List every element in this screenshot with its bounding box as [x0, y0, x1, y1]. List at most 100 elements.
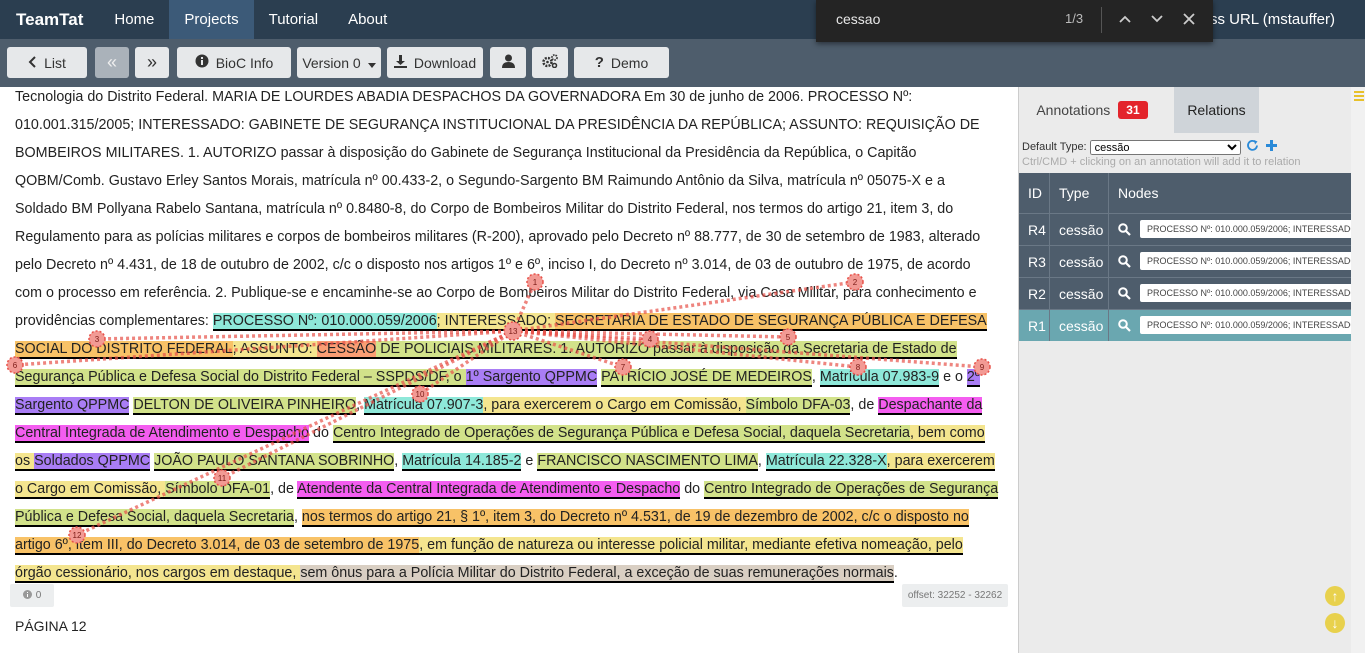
find-previous-icon[interactable] [1114, 8, 1136, 30]
chevron-left-icon [28, 55, 37, 71]
search-icon[interactable] [1118, 214, 1131, 245]
side-tabs: Annotations 31 Relations [1019, 87, 1352, 133]
relation-type: cessão [1059, 253, 1104, 270]
annotation-span[interactable]: Matrícula 22.328-X [765, 453, 887, 471]
bioc-info-label: BioC Info [215, 54, 274, 71]
annotation-span[interactable]: , para exercerem o Cargo em Comissão, [483, 397, 746, 415]
relation-row[interactable]: R3 cessão PROCESSO Nº: 010.000.059/2006; I… [1019, 245, 1352, 277]
nav-about[interactable]: About [333, 0, 402, 39]
relation-row[interactable]: R1 cessão PROCESSO Nº: 010.000.059/2006; I… [1019, 309, 1352, 341]
passage-text-run: , [811, 369, 820, 385]
annotation-span[interactable]: DELTON DE OLIVEIRA PINHEIRO [133, 397, 357, 415]
brand-logo[interactable]: TeamTat [0, 0, 99, 39]
passage-text: Tecnologia do Distrito Federal. MARIA DE… [15, 87, 1000, 587]
download-button[interactable]: Download [387, 47, 483, 78]
relation-row[interactable]: R2 cessão PROCESSO Nº: 010.000.059/2006; I… [1019, 277, 1352, 309]
relation-type: cessão [1059, 285, 1104, 302]
bioc-info-button[interactable]: BioC Info [177, 47, 291, 78]
annotation-span[interactable]: Símbolo DFA-01 [165, 481, 271, 499]
page-scrollbar[interactable] [1351, 87, 1365, 653]
passage-text-run: . [893, 565, 898, 581]
relation-id: R4 [1028, 221, 1046, 238]
passage-text-run: , [356, 397, 365, 413]
tab-annotations[interactable]: Annotations 31 [1019, 87, 1165, 133]
document-toolbar: List « » BioC Info Version 0 Download ? … [0, 39, 1365, 87]
annotation-span[interactable]: JOÃO PAULO SANTANA SOBRINHO [154, 453, 395, 471]
relation-nodes-pill[interactable]: PROCESSO Nº: 010.000.059/2006; INTERESSA… [1140, 316, 1352, 334]
previous-document-button[interactable]: « [95, 47, 129, 78]
col-type: Type [1059, 185, 1090, 201]
annotation-span[interactable]: Matrícula 14.185-2 [402, 453, 522, 471]
passage-text-run: do [680, 481, 705, 497]
passage-text-run: , de [850, 397, 879, 413]
annotations-count-badge: 31 [1118, 101, 1148, 119]
scroll-up-arrow-icon[interactable]: ↑ [1325, 586, 1345, 606]
annotation-span[interactable]: ASSUNTO: [239, 341, 317, 359]
document-panel: Tecnologia do Distrito Federal. MARIA DE… [0, 87, 1018, 653]
list-button[interactable]: List [7, 47, 87, 78]
search-icon[interactable] [1118, 278, 1131, 309]
annotation-span[interactable]: 1º Sargento QPPMC [465, 369, 598, 387]
annotation-span[interactable]: sem ônus para a Polícia Militar do Distr… [300, 565, 894, 583]
annotation-span[interactable]: Atendente da Central Integrada de Atendi… [297, 481, 681, 499]
relations-table: ID Type Nodes R4 cessão PROCESSO Nº: 010.0… [1019, 173, 1352, 341]
passage-text-run: , [293, 509, 302, 525]
annotation-span[interactable]: CESSÃO [316, 341, 377, 359]
relation-nodes-pill[interactable]: PROCESSO Nº: 010.000.059/2006; INTERESSA… [1140, 220, 1352, 238]
annotation-span[interactable]: INTERESSADO: [444, 313, 556, 331]
add-relation-icon[interactable] [1265, 140, 1277, 154]
demo-button[interactable]: ? Demo [574, 47, 669, 78]
default-type-row: Default Type: cessão [1022, 139, 1277, 155]
find-input[interactable]: cessao [836, 11, 880, 27]
version-label: Version 0 [302, 54, 361, 71]
relations-table-header: ID Type Nodes [1019, 173, 1352, 213]
passage-text-run: do [309, 425, 333, 441]
relation-id: R2 [1028, 285, 1046, 302]
relation-row[interactable]: R4 cessão PROCESSO Nº: 010.000.059/2006; I… [1019, 213, 1352, 245]
find-close-icon[interactable] [1178, 8, 1200, 30]
next-document-button[interactable]: » [135, 47, 169, 78]
scroll-down-arrow-icon[interactable]: ↓ [1325, 613, 1345, 633]
relation-nodes-pill[interactable]: PROCESSO Nº: 010.000.059/2006; INTERESSA… [1140, 252, 1352, 270]
search-icon[interactable] [1118, 246, 1131, 277]
annotation-span[interactable]: Matrícula 07.983-9 [819, 369, 940, 387]
relation-id: R3 [1028, 253, 1046, 270]
annotation-span[interactable]: FRANCISCO NASCIMENTO LIMA [537, 453, 758, 471]
side-panel: Annotations 31 Relations Default Type: c… [1018, 87, 1352, 653]
version-dropdown[interactable]: Version 0 [297, 47, 381, 78]
relation-type: cessão [1059, 317, 1104, 334]
passage-text-run: e [521, 453, 538, 469]
question-icon: ? [594, 54, 604, 71]
annotation-span[interactable]: ; [436, 313, 445, 331]
find-next-icon[interactable] [1146, 8, 1168, 30]
info-small-icon [22, 589, 32, 602]
list-button-label: List [44, 54, 66, 71]
passage-info-badge[interactable]: 0 [10, 584, 54, 607]
find-match-count: 1/3 [1065, 11, 1084, 26]
annotation-span[interactable]: PROCESSO Nº: 010.000.059/2006 [212, 313, 437, 331]
offset-badge: offset: 32252 - 32262 [902, 584, 1008, 607]
settings-button[interactable] [532, 47, 568, 78]
info-icon [195, 54, 209, 71]
annotation-span[interactable]: PATRÍCIO JOSÉ DE MEDEIROS [601, 369, 812, 387]
col-nodes: Nodes [1118, 185, 1159, 201]
search-icon[interactable] [1118, 310, 1131, 341]
nav-projects[interactable]: Projects [169, 0, 254, 39]
annotation-span[interactable]: ; [232, 341, 240, 359]
download-label: Download [413, 54, 477, 71]
refresh-icon[interactable] [1246, 139, 1259, 155]
relation-nodes-pill[interactable]: PROCESSO Nº: 010.000.059/2006; INTERESSA… [1140, 284, 1352, 302]
tab-relations[interactable]: Relations [1174, 87, 1259, 133]
caret-down-icon [367, 55, 376, 71]
passage-text-run: , [757, 453, 766, 469]
nav-home[interactable]: Home [99, 0, 169, 39]
user-button[interactable] [490, 47, 526, 78]
annotation-span[interactable]: Símbolo DFA-03 [745, 397, 851, 415]
annotation-span[interactable]: Soldados QPPMC [34, 453, 151, 471]
passage-text-run: e o [939, 369, 967, 385]
nav-tutorial[interactable]: Tutorial [254, 0, 333, 39]
demo-label: Demo [610, 54, 649, 71]
default-type-select[interactable]: cessão [1089, 139, 1241, 155]
annotation-span[interactable]: Matrícula 07.907-3 [364, 397, 484, 415]
annotation-span[interactable]: Centro Integrado de Operações de Seguran… [332, 425, 910, 443]
